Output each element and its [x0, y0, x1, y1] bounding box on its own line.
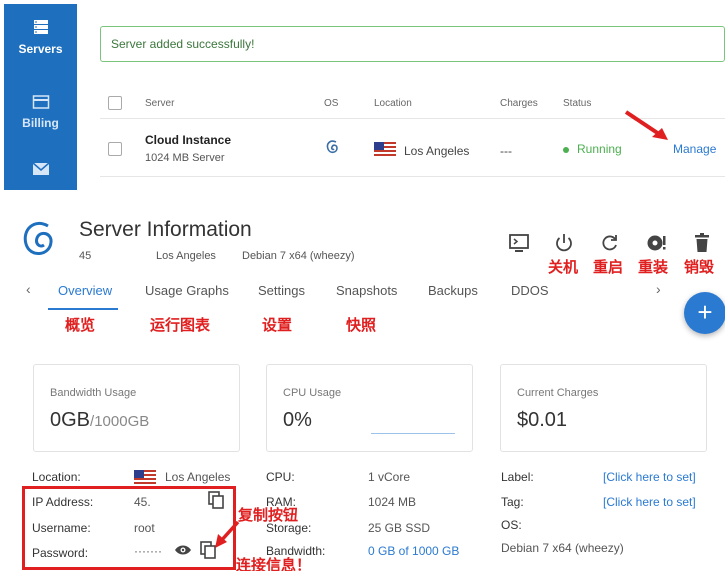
- server-plan: 1024 MB Server: [145, 152, 225, 164]
- success-alert: Server added successfully!: [100, 26, 725, 62]
- manage-link[interactable]: Manage: [673, 142, 716, 156]
- server-stack-icon: [33, 20, 48, 34]
- alert-message: Server added successfully!: [111, 37, 255, 51]
- server-charges: ---: [500, 144, 512, 158]
- tab-annotation-graphs: 运行图表: [150, 317, 211, 334]
- bandwidth-card: Bandwidth Usage 0GB/1000GB: [33, 364, 240, 452]
- column-header-location: Location: [374, 98, 412, 109]
- sidebar-item-label: Servers: [18, 42, 63, 56]
- divider: [0, 190, 725, 198]
- us-flag-icon: [374, 142, 396, 156]
- debian-logo-icon: [23, 221, 53, 255]
- console-icon[interactable]: [508, 232, 530, 254]
- status-dot-icon: [563, 146, 569, 153]
- card-title: Bandwidth Usage: [50, 387, 137, 399]
- bandwidth-value-link[interactable]: 0 GB of 1000 GB: [368, 544, 459, 558]
- column-header-server: Server: [145, 98, 175, 109]
- action-label-restart: 重启: [593, 259, 624, 276]
- server-location-meta: Los Angeles: [156, 250, 216, 262]
- annotation-arrow-icon: [215, 520, 240, 548]
- tab-annotation-overview: 概览: [65, 317, 96, 334]
- set-label-link[interactable]: [Click here to set]: [603, 470, 696, 484]
- tag-label: Tag:: [501, 495, 524, 509]
- add-button[interactable]: +: [684, 292, 725, 334]
- action-label-power: 关机: [548, 259, 579, 276]
- tab-backups[interactable]: Backups: [428, 283, 478, 298]
- annotation-arrow-icon: [624, 110, 668, 140]
- ram-label: RAM:: [266, 495, 296, 509]
- tab-overview[interactable]: Overview: [58, 283, 112, 298]
- status-badge: Running: [563, 142, 622, 156]
- cpu-usage-sparkline: [371, 433, 455, 434]
- server-id: 45: [79, 250, 92, 262]
- column-header-os: OS: [324, 98, 339, 109]
- cpu-label: CPU:: [266, 470, 295, 484]
- sidebar-item-mail[interactable]: [4, 162, 77, 182]
- label-label: Label:: [501, 470, 534, 484]
- tab-settings[interactable]: Settings: [258, 283, 305, 298]
- location-value: Los Angeles: [165, 470, 231, 484]
- active-tab-indicator: [48, 308, 118, 310]
- ram-value: 1024 MB: [368, 495, 417, 509]
- cpu-spec-value: 1 vCore: [368, 470, 411, 484]
- sidebar: Servers Billing: [4, 4, 77, 190]
- page-title: Server Information: [79, 218, 252, 241]
- server-os-meta: Debian 7 x64 (wheezy): [242, 250, 355, 262]
- server-info-panel: Server Information 45 Los Angeles Debian…: [0, 198, 725, 571]
- sidebar-item-label: Billing: [22, 116, 59, 130]
- charges-card: Current Charges $0.01: [500, 364, 707, 452]
- status-text: Running: [577, 142, 622, 156]
- chevron-left-icon[interactable]: ‹: [26, 281, 31, 297]
- bandwidth-value: 0GB/1000GB: [50, 409, 150, 431]
- bandwidth-label: Bandwidth:: [266, 544, 326, 558]
- sidebar-item-billing[interactable]: Billing: [4, 94, 77, 130]
- row-checkbox[interactable]: [108, 142, 122, 156]
- server-name[interactable]: Cloud Instance: [145, 133, 231, 147]
- connection-info-highlight: [22, 486, 236, 570]
- server-location: Los Angeles: [404, 144, 470, 158]
- location-label: Location:: [32, 470, 81, 484]
- credit-card-icon: [32, 95, 49, 109]
- power-icon[interactable]: [553, 232, 575, 254]
- sidebar-item-servers[interactable]: Servers: [4, 18, 77, 56]
- us-flag-icon: [134, 470, 156, 484]
- storage-value: 25 GB SSD: [368, 521, 431, 535]
- column-header-charges: Charges: [500, 98, 538, 109]
- tab-snapshots[interactable]: Snapshots: [336, 283, 397, 298]
- envelope-icon: [32, 162, 49, 175]
- cpu-card: CPU Usage 0%: [266, 364, 473, 452]
- action-label-destroy: 销毁: [684, 259, 715, 276]
- storage-label: Storage:: [266, 521, 312, 535]
- tab-annotation-snapshots: 快照: [346, 317, 377, 334]
- trash-icon[interactable]: [691, 232, 713, 254]
- chevron-right-icon[interactable]: ›: [656, 281, 661, 297]
- tab-annotation-settings: 设置: [262, 317, 293, 334]
- card-title: Current Charges: [517, 387, 599, 399]
- cpu-value: 0%: [283, 409, 312, 431]
- column-header-status: Status: [563, 98, 592, 109]
- restart-icon[interactable]: [599, 232, 621, 254]
- select-all-checkbox[interactable]: [108, 96, 122, 110]
- tab-usage-graphs[interactable]: Usage Graphs: [145, 283, 229, 298]
- tab-ddos[interactable]: DDOS: [511, 283, 549, 298]
- reinstall-icon[interactable]: [645, 232, 667, 254]
- card-title: CPU Usage: [283, 387, 342, 399]
- set-tag-link[interactable]: [Click here to set]: [603, 495, 696, 509]
- os-value: Debian 7 x64 (wheezy): [501, 541, 624, 555]
- debian-icon: [326, 140, 338, 154]
- divider: [100, 176, 725, 177]
- server-list-panel: Servers Billing Server added successfull…: [0, 0, 725, 190]
- os-label: OS:: [501, 518, 522, 532]
- tab-bar: ‹ Overview Usage Graphs Settings Snapsho…: [0, 278, 725, 310]
- action-label-reinstall: 重装: [638, 259, 669, 276]
- charges-value: $0.01: [517, 409, 568, 431]
